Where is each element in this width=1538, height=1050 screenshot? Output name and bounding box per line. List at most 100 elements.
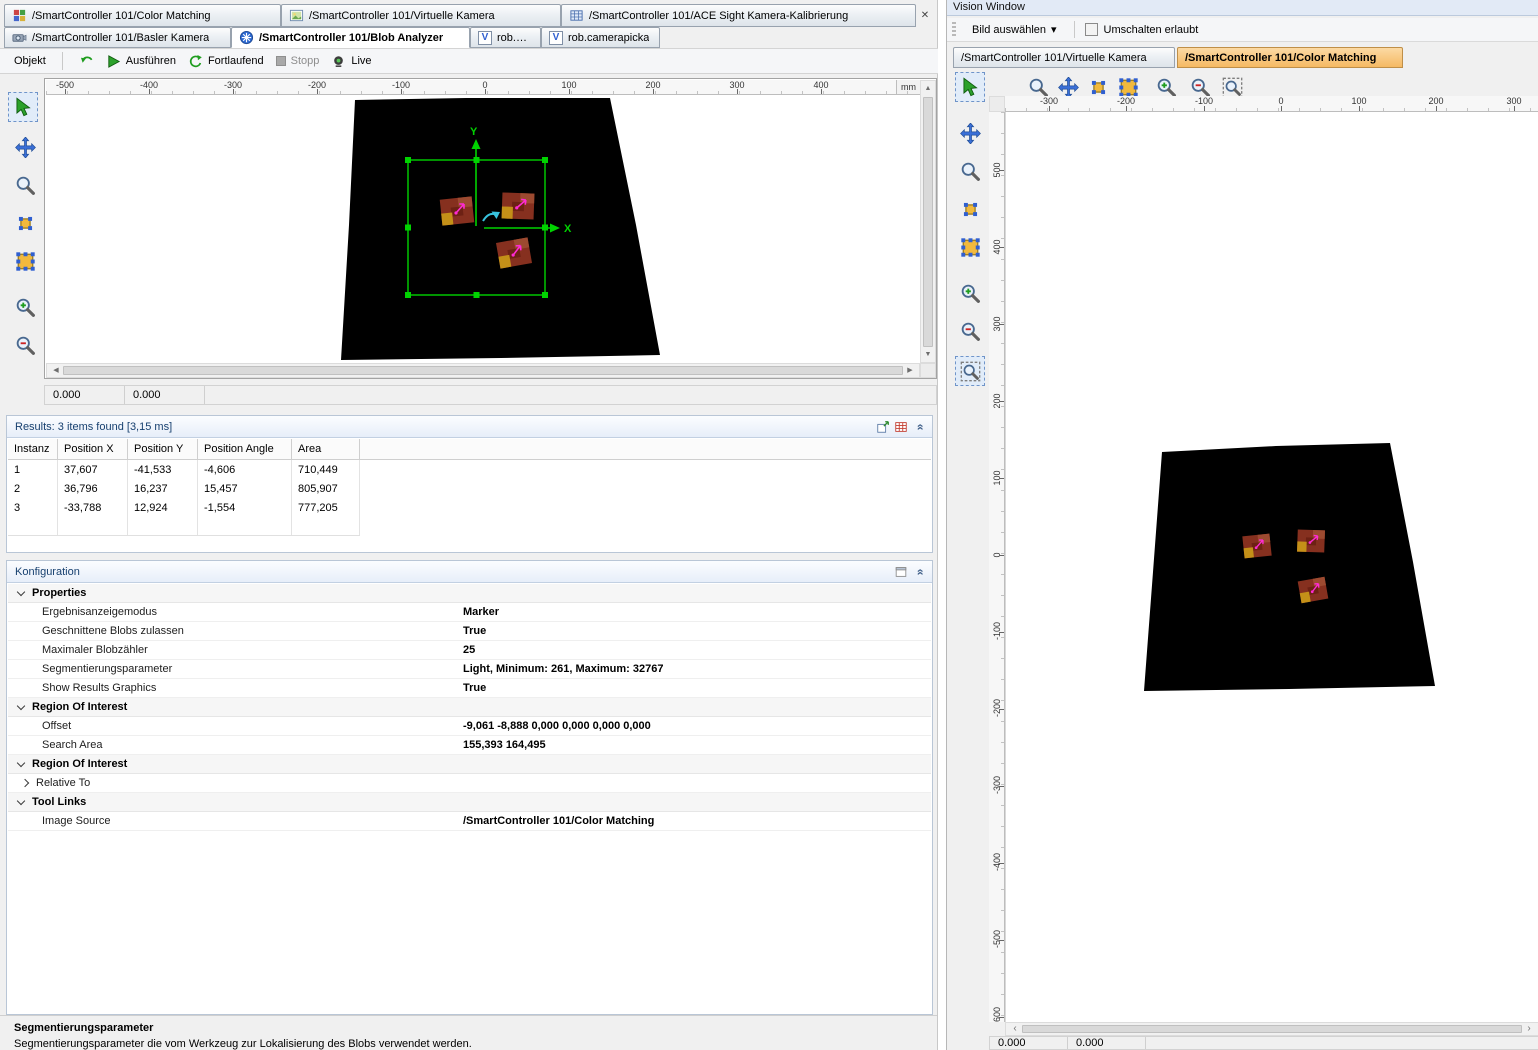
tab-label: /SmartController 101/Virtuelle Kamera	[961, 52, 1147, 64]
canvas-hscrollbar[interactable]: ◀ ▶	[46, 363, 920, 378]
cell	[128, 517, 198, 535]
tab-ace-sight-kalibrierung[interactable]: /SmartController 101/ACE Sight Kamera-Ka…	[561, 4, 916, 27]
scroll-right-arrow[interactable]: ▶	[903, 364, 917, 377]
roi-small-icon	[1088, 77, 1109, 98]
group-region-of-interest-2[interactable]: Region Of Interest	[8, 755, 931, 774]
results-popout-button[interactable]	[874, 418, 892, 436]
hscroll-thumb[interactable]	[63, 366, 903, 375]
tab-rob-camerapicka[interactable]: V rob.camerapicka	[541, 27, 660, 48]
live-button[interactable]: Live	[331, 54, 371, 69]
continuous-run-button[interactable]: Fortlaufend	[188, 54, 264, 69]
results-table: Instanz Position X Position Y Position A…	[8, 439, 931, 551]
vw-hscrollbar[interactable]: ‹ ›	[1005, 1022, 1538, 1036]
close-tab-button[interactable]: ✕	[916, 6, 934, 24]
property-value[interactable]: True	[463, 682, 486, 694]
toggle-allowed-label[interactable]: Umschalten erlaubt	[1104, 24, 1199, 36]
select-arrow-icon	[960, 77, 981, 98]
vw-roi-large-tool-button[interactable]	[957, 234, 983, 260]
results-row-1[interactable]: 1 37,607 -41,533 -4,606 710,449	[8, 460, 931, 479]
ruler-tick: -100	[992, 624, 1002, 640]
select-tool-button[interactable]	[8, 92, 38, 122]
toggle-allowed-checkbox[interactable]	[1085, 23, 1098, 36]
property-value[interactable]: /SmartController 101/Color Matching	[463, 815, 654, 827]
tab-color-matching[interactable]: /SmartController 101/Color Matching	[4, 4, 281, 27]
vw-zoom-fit-tool-button[interactable]	[955, 356, 985, 386]
property-value[interactable]: 25	[463, 644, 475, 656]
tab-rob-main[interactable]: V rob.main	[470, 27, 541, 48]
ruler-unit: mm	[896, 80, 920, 94]
results-table-header-row[interactable]: Instanz Position X Position Y Position A…	[8, 439, 931, 460]
objekt-menu[interactable]: Objekt	[14, 55, 46, 67]
zoom-out-tool-button[interactable]	[10, 330, 40, 360]
hscroll-thumb[interactable]	[1022, 1025, 1522, 1033]
configuration-panel-header[interactable]: Konfiguration »	[7, 561, 932, 583]
zoom-in-tool-button[interactable]	[10, 292, 40, 322]
blob-analyzer-canvas[interactable]: Y X	[46, 95, 920, 363]
group-tool-links[interactable]: Tool Links	[8, 793, 931, 812]
property-row-relative-to[interactable]: Relative To	[8, 774, 931, 793]
configuration-collapse-button[interactable]: »	[910, 563, 928, 581]
zoom-in-icon	[15, 297, 36, 318]
tab-label: /SmartController 101/Virtuelle Kamera	[309, 10, 495, 22]
magnifier-tool-button[interactable]	[10, 170, 40, 200]
vw-roi-small-tool-button[interactable]	[957, 196, 983, 222]
toolbar-grip[interactable]	[952, 22, 956, 37]
camera-image	[1006, 112, 1538, 1022]
scroll-left-arrow[interactable]: ◀	[49, 364, 63, 377]
chevron-down-icon	[17, 701, 25, 709]
tab-virtuelle-kamera[interactable]: /SmartController 101/Virtuelle Kamera	[281, 4, 561, 27]
property-value[interactable]: Marker	[463, 606, 499, 618]
tab-basler-kamera[interactable]: /SmartController 101/Basler Kamera	[4, 27, 231, 48]
property-value[interactable]: 155,393 164,495	[463, 739, 546, 751]
column-header: Position X	[58, 439, 128, 459]
cell	[58, 517, 128, 535]
continuous-icon	[188, 54, 203, 69]
roi-large-tool-button[interactable]	[10, 246, 40, 276]
scroll-up-arrow[interactable]: ▲	[921, 85, 935, 92]
run-button[interactable]: Ausführen	[106, 54, 176, 69]
group-region-of-interest[interactable]: Region Of Interest	[8, 698, 931, 717]
roi-small-tool-button[interactable]	[10, 208, 40, 238]
tab-label: /SmartController 101/Color Matching	[1185, 52, 1376, 64]
vscroll-thumb[interactable]	[923, 97, 933, 347]
vw-zoom-in-tool-button[interactable]	[957, 280, 983, 306]
property-value[interactable]: Light, Minimum: 261, Maximum: 32767	[463, 663, 664, 675]
cell	[198, 517, 292, 535]
results-table-view-button[interactable]	[892, 418, 910, 436]
select-image-dropdown[interactable]: Bild auswählen ▾	[965, 20, 1064, 39]
vw-magnifier-tool-button[interactable]	[957, 158, 983, 184]
property-label: Ergebnisanzeigemodus	[8, 606, 463, 618]
canvas-vscrollbar[interactable]: ▲ ▼	[920, 80, 936, 363]
ruler-tick: 100	[992, 470, 1002, 486]
tab-blob-analyzer[interactable]: /SmartController 101/Blob Analyzer	[231, 27, 470, 48]
results-collapse-button[interactable]: »	[910, 418, 928, 436]
scroll-down-arrow[interactable]: ▼	[921, 351, 935, 358]
cell: 2	[8, 479, 58, 498]
vw-select-tool-button[interactable]	[955, 72, 985, 102]
group-properties[interactable]: Properties	[8, 584, 931, 603]
vw-zoom-out-tool-button[interactable]	[957, 318, 983, 344]
ruler-tick: 300	[992, 316, 1002, 332]
chevron-down-icon: ▾	[1051, 23, 1057, 36]
color-matching-canvas[interactable]	[1005, 112, 1538, 1022]
tab-color-matching-view[interactable]: /SmartController 101/Color Matching	[1177, 47, 1403, 68]
results-panel-header[interactable]: Results: 3 items found [3,15 ms] »	[7, 416, 932, 438]
popout-icon	[876, 420, 890, 434]
results-row-2[interactable]: 2 36,796 16,237 15,457 805,907	[8, 479, 931, 498]
scroll-left-arrow[interactable]: ‹	[1008, 1023, 1022, 1035]
scroll-right-arrow[interactable]: ›	[1522, 1023, 1536, 1035]
undo-button[interactable]	[79, 54, 94, 69]
property-value[interactable]: -9,061 -8,888 0,000 0,000 0,000 0,000	[463, 720, 651, 732]
configuration-window-button[interactable]	[892, 563, 910, 581]
property-value[interactable]: True	[463, 625, 486, 637]
column-header: Position Y	[128, 439, 198, 459]
editor-pane: /SmartController 101/Color Matching /Sma…	[0, 0, 938, 1050]
results-row-3[interactable]: 3 -33,788 12,924 -1,554 777,205	[8, 498, 931, 517]
vision-window-tabs: /SmartController 101/Virtuelle Kamera /S…	[947, 47, 1538, 68]
pan-tool-button[interactable]	[10, 132, 40, 162]
ruler-tick: -300	[1040, 96, 1058, 106]
cell: 12,924	[128, 498, 198, 517]
vw-pan-tool-button[interactable]	[957, 120, 983, 146]
stop-button[interactable]: Stopp	[276, 55, 320, 67]
tab-virtuelle-kamera-view[interactable]: /SmartController 101/Virtuelle Kamera	[953, 47, 1175, 68]
